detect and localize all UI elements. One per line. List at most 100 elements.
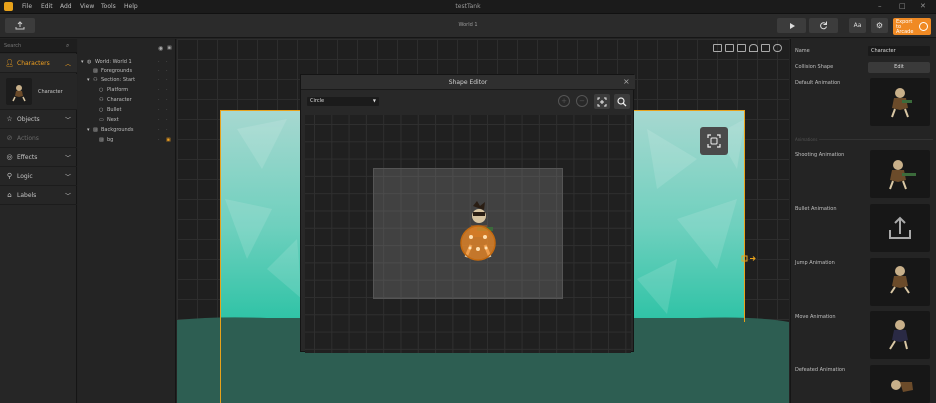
section-labels[interactable]: ⌂ Labels ﹀ [0,186,77,205]
hier-row-next[interactable]: ▭ Next · · [78,115,176,124]
fit-shape-button[interactable] [594,94,610,109]
lock-icon[interactable]: · [166,117,168,123]
play-button[interactable] [777,18,806,33]
eye-icon[interactable]: · [158,137,160,143]
eye-icon[interactable]: · [158,87,160,93]
defeated-animation-label: Defeated Animation [795,367,846,373]
move-animation-thumb[interactable] [870,311,930,359]
eye-icon[interactable]: · [158,107,160,113]
hier-row-section-start[interactable]: ▾ ⚇ Section: Start · · [78,75,176,84]
lock-header-icon[interactable]: ▣ [167,45,172,51]
edit-collision-button[interactable]: Edit [868,62,930,73]
hier-row-bg[interactable]: ▨ bg · ▣ [78,135,176,144]
lock-icon[interactable]: · [166,107,168,113]
lock-icon[interactable]: · [166,97,168,103]
section-logic[interactable]: ⚲ Logic ﹀ [0,167,77,186]
rect-icon: ▭ [99,116,104,123]
character-sprite-icon [889,160,916,190]
visibility-header-icon[interactable]: ◉ [158,45,163,52]
link-icon[interactable] [773,44,782,52]
section-characters[interactable]: 👤︎ Characters ︿ [0,54,77,73]
shape-type-select[interactable]: Circle ▼ [307,97,379,106]
grid-snap-icon[interactable] [737,44,746,52]
eye-icon[interactable]: · [158,127,160,133]
settings-button[interactable]: ⚙ [871,18,888,33]
hier-row-world[interactable]: ▾ ◍ World: World 1 · · [78,57,176,66]
character-sprite-icon [891,380,913,392]
zoom-out-button[interactable]: − [576,95,588,107]
chevron-down-icon: ﹀ [64,116,71,124]
collision-circle[interactable] [458,223,498,263]
eye-icon[interactable]: · [158,77,160,83]
name-input[interactable]: Character [868,46,930,56]
lock-tool-icon[interactable] [725,44,734,52]
character-thumbnail[interactable] [6,78,32,105]
character-item-label[interactable]: Character [38,89,63,95]
star-icon: ☆ [6,115,13,123]
search-icon: ⌕ [66,42,70,49]
name-label: Name [795,48,810,54]
actions-icon: ⊘ [6,134,13,142]
circle-icon: ○ [99,86,104,93]
export-label: Export to Arcade [896,19,914,35]
bullet-animation-label: Bullet Animation [795,206,837,212]
lock-icon[interactable]: · [166,87,168,93]
hier-row-bullet[interactable]: ○ Bullet · · [78,105,176,114]
shape-editor-canvas[interactable] [305,115,631,353]
section-actions: ⊘ Actions [0,129,77,148]
shape-type-value: Circle [310,98,325,104]
camera-icon[interactable] [761,44,770,52]
chevron-down-icon: ﹀ [64,192,71,200]
export-arcade-button[interactable]: Export to Arcade [893,18,931,35]
maximize-icon[interactable]: □ [899,2,906,10]
image-icon: ▨ [99,136,104,143]
hier-label: Foregrounds [101,67,133,74]
refresh-button[interactable] [809,18,838,33]
eye-icon[interactable]: · [158,68,160,74]
zoom-in-button[interactable]: + [558,95,570,107]
defeated-animation-thumb[interactable] [870,365,930,403]
shooting-animation-thumb[interactable] [870,150,930,198]
hier-row-platform[interactable]: ○ Platform · · [78,85,176,94]
fit-view-icon [707,134,721,148]
fit-view-button[interactable] [700,127,728,155]
effects-icon: ◎ [6,153,13,161]
circle-icon: ○ [99,106,104,113]
default-animation-thumb[interactable] [870,78,930,126]
bullet-animation-thumb[interactable] [870,204,930,252]
magnet-icon[interactable] [749,44,758,52]
hier-label: Character [107,96,132,103]
lock-active-icon[interactable]: ▣ [166,137,171,143]
section-effects[interactable]: ◎ Effects ﹀ [0,148,77,167]
grid-tool-icon[interactable] [713,44,722,52]
image-icon: ▨ [93,67,98,74]
eye-icon[interactable]: · [158,59,160,65]
eye-icon[interactable]: · [158,117,160,123]
search-zoom-button[interactable] [614,94,630,109]
font-button[interactable]: Aa [849,18,866,33]
close-window-icon[interactable]: ✕ [920,2,926,10]
tag-icon: ⌂ [7,191,12,199]
logic-icon: ⚲ [6,172,13,180]
minus-icon: − [579,97,585,105]
lock-icon[interactable]: · [166,68,168,74]
hier-label: Next [107,116,119,123]
hier-row-character[interactable]: ⚇ Character · · [78,95,176,104]
upload-image-icon [889,216,911,239]
animations-header: Animations [795,137,820,142]
image-icon: ▨ [93,126,98,133]
jump-animation-thumb[interactable] [870,258,930,306]
lock-icon[interactable]: · [166,59,168,65]
minimize-icon[interactable]: – [878,2,882,10]
section-objects[interactable]: ☆ Objects ﹀ [0,110,77,129]
hier-label: bg [107,136,114,143]
lock-icon[interactable]: · [166,77,168,83]
search-box[interactable]: Search ⌕ [0,39,77,53]
eye-icon[interactable]: · [158,97,160,103]
section-label: Labels [17,191,37,199]
hier-label: Backgrounds [101,126,134,133]
hier-row-backgrounds[interactable]: ▾ ▨ Backgrounds · · [78,125,176,134]
hier-row-foregrounds[interactable]: ▨ Foregrounds · · [78,66,176,75]
lock-icon[interactable]: · [166,127,168,133]
close-icon[interactable]: × [623,77,630,86]
